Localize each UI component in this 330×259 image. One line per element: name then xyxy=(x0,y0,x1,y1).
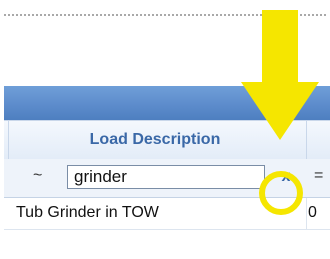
filter-operator[interactable]: ~ xyxy=(33,167,42,185)
column-divider xyxy=(8,121,9,159)
dotted-divider xyxy=(4,14,326,16)
filter-input[interactable] xyxy=(67,165,265,189)
data-grid: Load Description ~ x = Tub Grinder in TO… xyxy=(4,86,330,259)
clear-filter-button[interactable]: x xyxy=(276,165,296,189)
column-divider[interactable] xyxy=(306,121,307,159)
filter-row: ~ x = xyxy=(4,159,330,198)
cell-load-description: Tub Grinder in TOW xyxy=(16,204,159,221)
cell-next-column: 0 xyxy=(308,204,317,221)
table-row[interactable]: Tub Grinder in TOW 0 xyxy=(4,198,330,230)
grid-header-band xyxy=(4,86,330,120)
column-divider xyxy=(306,198,307,229)
next-filter-operator[interactable]: = xyxy=(314,167,323,185)
column-header-row: Load Description xyxy=(4,120,330,160)
column-header-load-description[interactable]: Load Description xyxy=(4,121,306,159)
